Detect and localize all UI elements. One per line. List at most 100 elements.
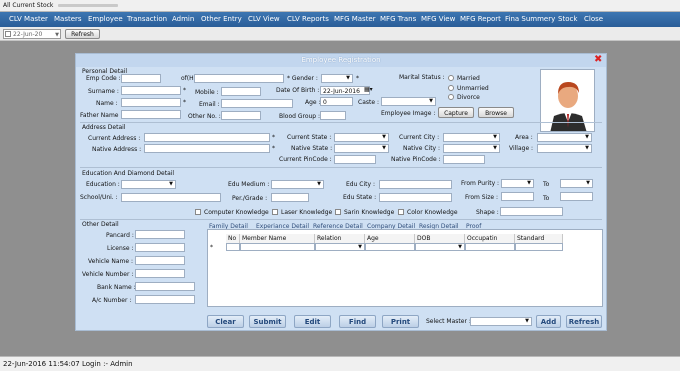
of-input[interactable]: [194, 74, 284, 83]
chevron-down-icon: ▼: [585, 134, 589, 140]
married-label: Married: [457, 75, 480, 82]
clear-button[interactable]: Clear: [207, 315, 244, 328]
browse-button[interactable]: Browse: [478, 107, 514, 118]
menu-mfg-trans[interactable]: MFG Trans: [380, 15, 416, 23]
menu-masters[interactable]: Masters: [54, 15, 82, 23]
vehicle-name-input[interactable]: [135, 256, 185, 265]
gender-select[interactable]: ▼: [321, 74, 353, 83]
divorce-radio[interactable]: [448, 94, 454, 100]
select-master-select[interactable]: ▼: [470, 317, 532, 326]
menu-transaction[interactable]: Transaction: [127, 15, 167, 23]
close-icon[interactable]: ✖: [594, 55, 602, 65]
education-select[interactable]: ▼: [121, 180, 176, 189]
edu-state-input[interactable]: [379, 193, 452, 202]
grid-cell-no[interactable]: [226, 243, 240, 251]
column-header-relation[interactable]: Relation: [315, 234, 365, 243]
current-city-select[interactable]: ▼: [443, 133, 500, 142]
from-purity-select[interactable]: ▼: [501, 179, 534, 188]
grid-cell-age[interactable]: [365, 243, 415, 251]
color-knowledge-checkbox[interactable]: [398, 209, 404, 215]
native-state-select[interactable]: ▼: [334, 144, 389, 153]
father-name-input[interactable]: [121, 110, 181, 119]
ac-number-input[interactable]: [135, 295, 195, 304]
age-input[interactable]: 0: [320, 97, 353, 106]
shape-input[interactable]: [500, 207, 563, 216]
village-select[interactable]: ▼: [537, 144, 592, 153]
license-label: License :: [107, 245, 134, 252]
other-no-input[interactable]: [221, 111, 261, 120]
to-size-input[interactable]: [560, 192, 593, 201]
native-address-input[interactable]: [144, 144, 270, 153]
laser-knowledge-checkbox[interactable]: [272, 209, 278, 215]
print-button[interactable]: Print: [382, 315, 419, 328]
unmarried-radio[interactable]: [448, 85, 454, 91]
native-pincode-input[interactable]: [443, 155, 485, 164]
section-divider: [80, 122, 602, 123]
chevron-down-icon: ▼: [382, 145, 386, 151]
column-header-dob[interactable]: DOB: [415, 234, 465, 243]
grid-cell-occupatin[interactable]: [465, 243, 515, 251]
license-input[interactable]: [135, 243, 185, 252]
name-label: Name :: [96, 100, 118, 107]
current-address-input[interactable]: [144, 133, 270, 142]
menu-stock[interactable]: Stock: [558, 15, 577, 23]
menu-mfg-master[interactable]: MFG Master: [334, 15, 376, 23]
from-purity-label: From Purity :: [461, 180, 500, 187]
refresh-button[interactable]: Refresh: [566, 315, 602, 328]
capture-button[interactable]: Capture: [438, 107, 474, 118]
computer-knowledge-checkbox[interactable]: [195, 209, 201, 215]
dob-picker[interactable]: 22-Jun-2016: [320, 86, 370, 95]
pancard-input[interactable]: [135, 230, 185, 239]
menu-mfg-report[interactable]: MFG Report: [460, 15, 501, 23]
title-blur: [58, 4, 118, 7]
name-input[interactable]: [121, 98, 181, 107]
menu-admin[interactable]: Admin: [172, 15, 194, 23]
menu-clv-master[interactable]: CLV Master: [9, 15, 48, 23]
menu-close[interactable]: Close: [584, 15, 603, 23]
current-pincode-input[interactable]: [334, 155, 376, 164]
add-button[interactable]: Add: [536, 315, 561, 328]
column-header-member-name[interactable]: Member Name: [240, 234, 315, 243]
submit-button[interactable]: Submit: [249, 315, 286, 328]
column-header-no[interactable]: No: [226, 234, 240, 243]
ac-number-label: A/c Number :: [92, 297, 132, 304]
from-size-input[interactable]: [501, 192, 534, 201]
edit-button[interactable]: Edit: [294, 315, 331, 328]
school-input[interactable]: [121, 193, 221, 202]
menu-clv-reports[interactable]: CLV Reports: [287, 15, 329, 23]
blood-group-input[interactable]: [320, 111, 346, 120]
per-grade-input[interactable]: [271, 193, 309, 202]
bank-name-input[interactable]: [135, 282, 195, 291]
emp-code-input[interactable]: [121, 74, 161, 83]
column-header-occupatin[interactable]: Occupatin: [465, 234, 515, 243]
grid-cell-standard[interactable]: [515, 243, 563, 251]
calendar-icon: ▦▾: [364, 86, 373, 93]
menu-employee[interactable]: Employee: [88, 15, 123, 23]
surname-input[interactable]: [121, 86, 181, 95]
email-input[interactable]: [221, 99, 293, 108]
toolbar-refresh-button[interactable]: Refresh: [65, 29, 100, 39]
find-button[interactable]: Find: [339, 315, 376, 328]
grid-cell-relation[interactable]: ▼: [315, 243, 365, 251]
grid-cell-member-name[interactable]: [240, 243, 315, 251]
edu-medium-select[interactable]: ▼: [271, 180, 324, 189]
to-purity-select[interactable]: ▼: [560, 179, 593, 188]
menu-other-entry[interactable]: Other Entry: [201, 15, 242, 23]
current-state-select[interactable]: ▼: [334, 133, 389, 142]
caste-select[interactable]: ▼: [381, 97, 436, 106]
area-select[interactable]: ▼: [537, 133, 592, 142]
edu-city-input[interactable]: [379, 180, 452, 189]
menu-mfg-view[interactable]: MFG View: [421, 15, 455, 23]
column-header-age[interactable]: Age: [365, 234, 415, 243]
married-radio[interactable]: [448, 75, 454, 81]
calendar-icon: [5, 31, 11, 37]
menu-fina-summery[interactable]: Fina Summery: [505, 15, 555, 23]
sarin-knowledge-checkbox[interactable]: [335, 209, 341, 215]
vehicle-number-input[interactable]: [135, 269, 185, 278]
menu-clv-view[interactable]: CLV View: [248, 15, 280, 23]
mobile-input[interactable]: [221, 87, 261, 96]
column-header-standard[interactable]: Standard: [515, 234, 563, 243]
date-picker[interactable]: 22-Jun-20 ▼: [3, 29, 61, 39]
grid-cell-dob[interactable]: ▼: [415, 243, 465, 251]
native-city-select[interactable]: ▼: [443, 144, 500, 153]
